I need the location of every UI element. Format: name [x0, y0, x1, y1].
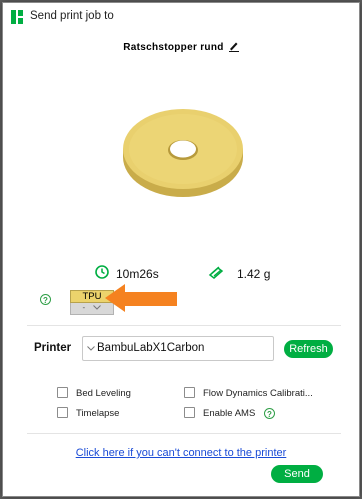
chevron-down-icon — [87, 346, 95, 351]
print-time-value: 10m26s — [116, 267, 159, 281]
printer-select-value: BambuLabX1Carbon — [97, 342, 205, 354]
ams-help-icon[interactable]: ? — [264, 408, 275, 419]
divider — [27, 433, 341, 434]
help-icon[interactable]: ? — [40, 294, 51, 305]
printer-label: Printer — [34, 342, 72, 354]
filament-spool-icon — [208, 266, 224, 279]
filename-row: Ratschstopper rund — [3, 41, 359, 53]
model-preview — [123, 109, 243, 197]
timelapse-label: Timelapse — [76, 408, 120, 419]
flow-calibration-label: Flow Dynamics Calibrati... — [203, 388, 313, 399]
send-button[interactable]: Send — [271, 465, 323, 483]
orange-arrow-annotation — [105, 284, 177, 312]
timelapse-checkbox[interactable] — [57, 407, 68, 418]
connection-help-link[interactable]: Click here if you can't connect to the p… — [3, 447, 359, 459]
divider — [27, 325, 341, 326]
enable-ams-label: Enable AMS — [203, 408, 256, 419]
flow-calibration-checkbox[interactable] — [184, 387, 195, 398]
weight-value: 1.42 g — [237, 267, 271, 281]
send-print-job-dialog: Send print job to Ratschstopper rund 10m… — [2, 2, 360, 497]
refresh-button[interactable]: Refresh — [284, 340, 333, 358]
chevron-down-icon — [93, 305, 102, 310]
bambu-studio-icon — [11, 10, 23, 24]
bed-leveling-checkbox[interactable] — [57, 387, 68, 398]
title-bar: Send print job to — [3, 3, 359, 31]
ams-slot-value: - — [82, 303, 86, 312]
bed-leveling-label: Bed Leveling — [76, 388, 131, 399]
window-title: Send print job to — [30, 10, 114, 22]
enable-ams-checkbox[interactable] — [184, 407, 195, 418]
edit-icon[interactable] — [228, 41, 239, 52]
printer-select[interactable]: BambuLabX1Carbon — [82, 336, 274, 361]
clock-icon — [95, 265, 109, 279]
filename-text: Ratschstopper rund — [123, 42, 224, 53]
